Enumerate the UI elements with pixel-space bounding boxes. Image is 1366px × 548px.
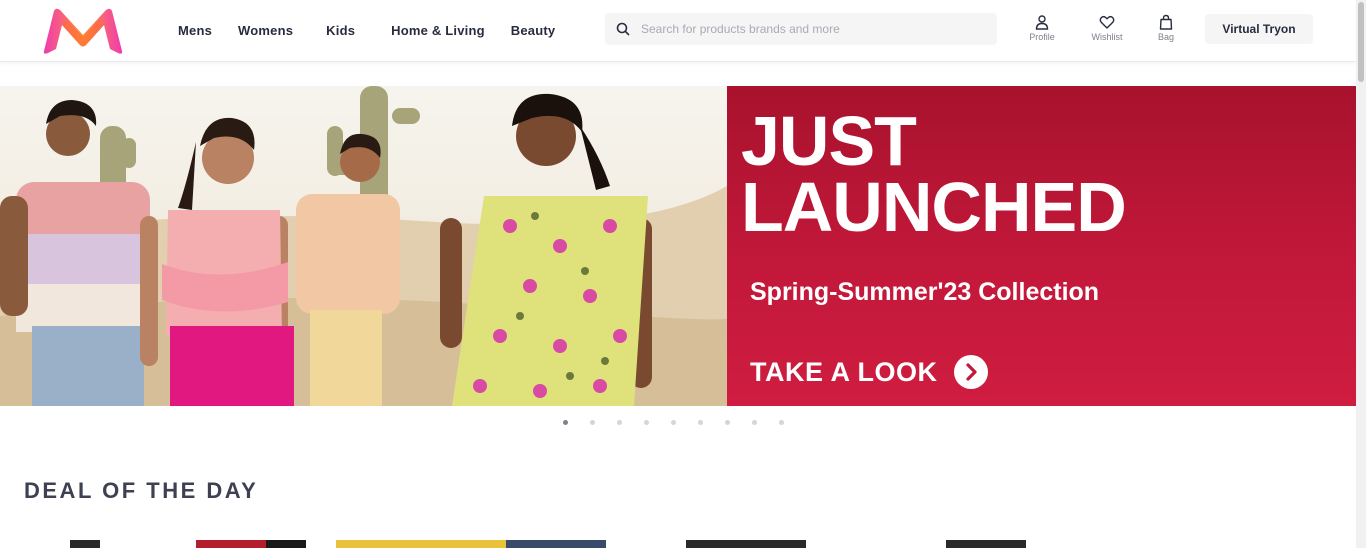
top-header: Mens Womens Kids Home & Living Beauty Pr…: [0, 0, 1356, 62]
virtual-tryon-button[interactable]: Virtual Tryon: [1205, 14, 1313, 44]
carousel-dot[interactable]: [671, 420, 676, 425]
carousel-dot[interactable]: [563, 420, 568, 425]
search-bar: [605, 13, 997, 45]
carousel-dot[interactable]: [752, 420, 757, 425]
promo-panel: JUST LAUNCHED Spring-Summer'23 Collectio…: [727, 86, 1356, 406]
bag-label: Bag: [1157, 32, 1174, 42]
profile-button[interactable]: Profile: [1020, 14, 1064, 42]
nav-womens[interactable]: Womens: [238, 23, 293, 38]
nav-mens[interactable]: Mens: [178, 23, 212, 38]
chevron-right-icon: [953, 355, 988, 389]
carousel-dot[interactable]: [644, 420, 649, 425]
banner-subtitle: Spring-Summer'23 Collection: [750, 278, 1100, 306]
profile-label: Profile: [1029, 32, 1055, 42]
carousel-dots: [563, 420, 806, 425]
heart-icon: [1099, 15, 1115, 29]
main-nav: Mens Womens Kids Home & Living Beauty: [178, 0, 581, 60]
banner-photo: [0, 86, 727, 406]
deal-strip: [0, 540, 1356, 548]
myntra-logo[interactable]: [40, 5, 126, 55]
nav-kids[interactable]: Kids: [326, 23, 355, 38]
hero-banner[interactable]: JUST LAUNCHED Spring-Summer'23 Collectio…: [0, 86, 1356, 406]
banner-headline: JUST LAUNCHED: [741, 106, 1127, 242]
bag-button[interactable]: Bag: [1144, 14, 1188, 42]
carousel-dot[interactable]: [779, 420, 784, 425]
search-icon[interactable]: [615, 21, 631, 37]
scrollbar-thumb[interactable]: [1358, 2, 1364, 82]
wishlist-button[interactable]: Wishlist: [1085, 14, 1129, 42]
take-a-look-button[interactable]: TAKE A LOOK: [750, 355, 988, 389]
search-input[interactable]: [641, 13, 997, 45]
headline-line-2: LAUNCHED: [741, 168, 1127, 246]
carousel-dot[interactable]: [590, 420, 595, 425]
banner-illustration: [0, 86, 727, 406]
carousel-dot[interactable]: [725, 420, 730, 425]
carousel-dot[interactable]: [617, 420, 622, 425]
wishlist-label: Wishlist: [1091, 32, 1123, 42]
page-scrollbar[interactable]: [1356, 0, 1366, 548]
cta-label: TAKE A LOOK: [750, 356, 938, 387]
nav-home-living[interactable]: Home & Living: [391, 23, 485, 38]
nav-beauty[interactable]: Beauty: [511, 23, 556, 38]
myntra-home-page: Mens Womens Kids Home & Living Beauty Pr…: [0, 0, 1366, 548]
deal-of-the-day-heading: DEAL OF THE DAY: [24, 478, 259, 503]
bag-icon: [1159, 14, 1173, 30]
carousel-dot[interactable]: [698, 420, 703, 425]
profile-icon: [1035, 15, 1049, 30]
